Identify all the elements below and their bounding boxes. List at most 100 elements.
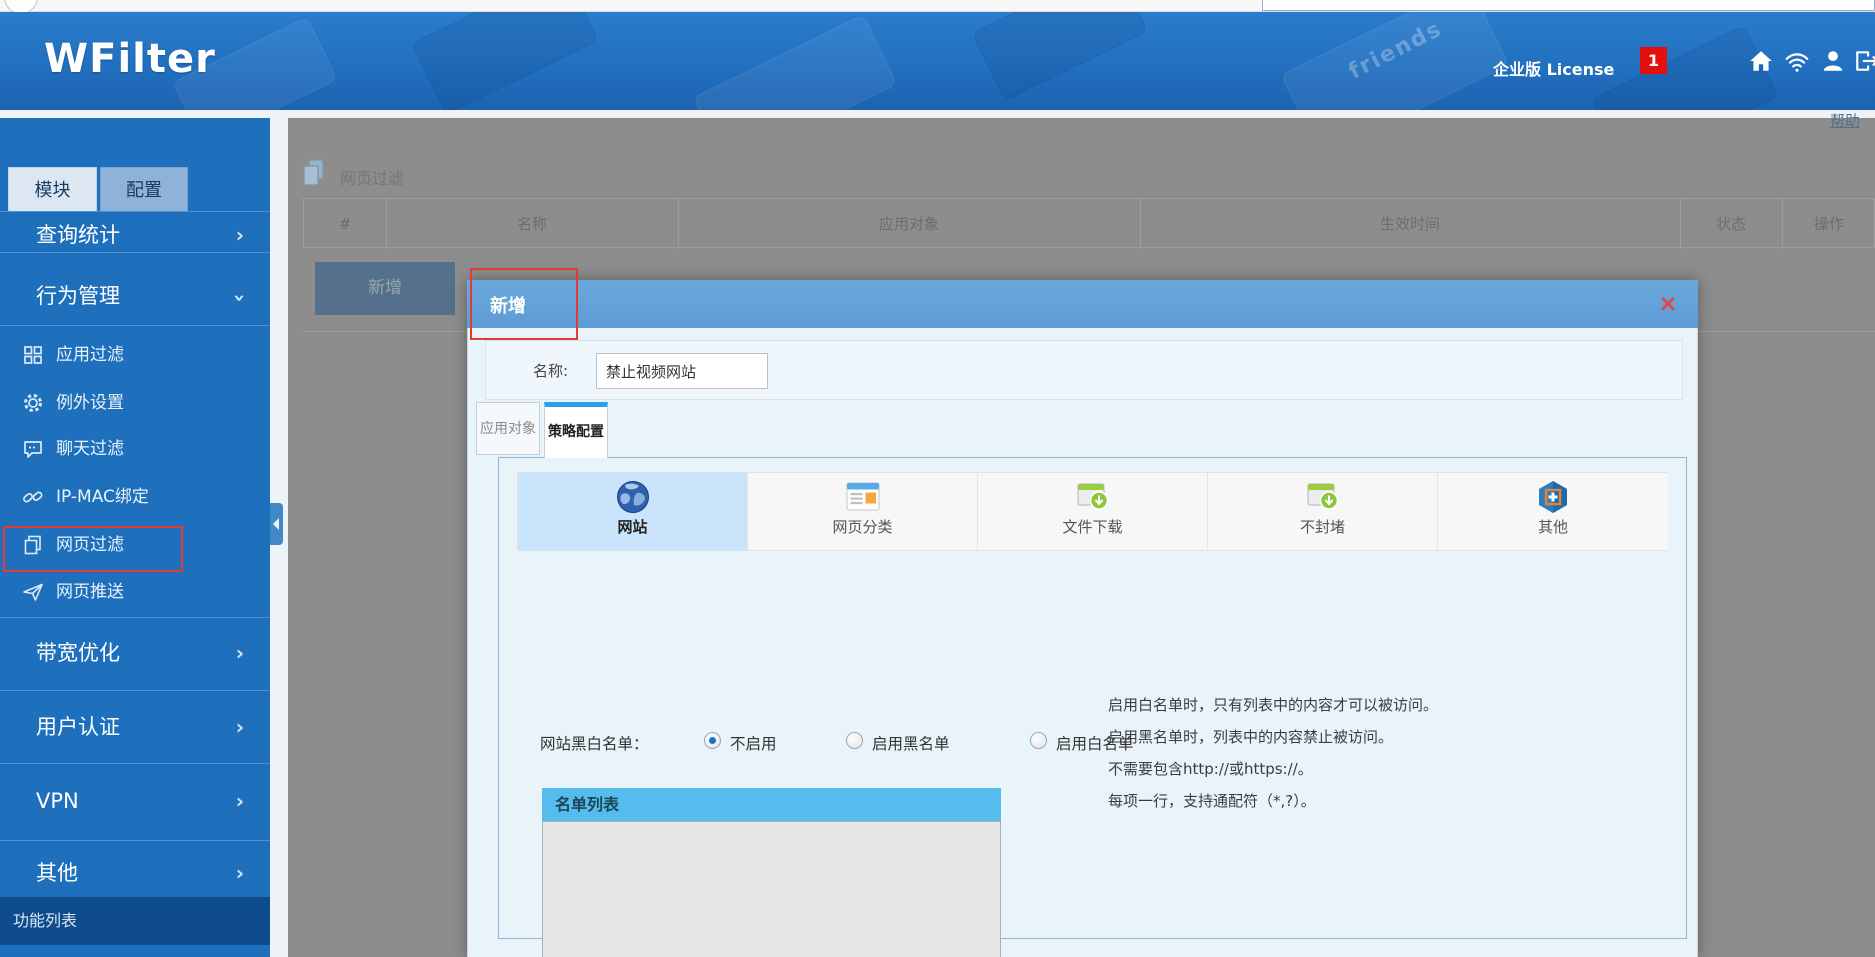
add-policy-dialog: 新增 × 名称: 应用对象 策略配置 bbox=[467, 280, 1698, 957]
wfilter-logo: WFilter bbox=[44, 36, 216, 82]
sidebar-item-app-filter[interactable]: 应用过滤 bbox=[0, 338, 270, 372]
user-icon[interactable] bbox=[1820, 48, 1846, 74]
dialog-body: 名称: 应用对象 策略配置 网站 bbox=[467, 328, 1698, 957]
list-header-bar: 名单列表 bbox=[542, 788, 1001, 821]
sidebar-item-ip-mac-binding[interactable]: IP-MAC绑定 bbox=[0, 480, 270, 514]
col-header-status: 状态 bbox=[1680, 199, 1782, 249]
chevron-right-icon: › bbox=[236, 853, 244, 893]
page-title-doc-icon bbox=[300, 158, 328, 188]
blacklist-mode-label: 网站黑白名单： bbox=[540, 732, 649, 754]
chevron-right-icon: › bbox=[236, 633, 244, 673]
section-label: 查询统计 bbox=[36, 223, 120, 247]
policy-type-file-download[interactable]: 文件下载 bbox=[978, 473, 1208, 550]
policy-type-no-block[interactable]: 不封堵 bbox=[1208, 473, 1438, 550]
policy-type-label: 网页分类 bbox=[748, 516, 977, 537]
download-window-icon bbox=[1075, 479, 1111, 515]
col-header-target: 应用对象 bbox=[678, 199, 1140, 249]
wifi-icon[interactable] bbox=[1784, 48, 1810, 74]
radio-label-disabled[interactable]: 不启用 bbox=[730, 732, 777, 754]
item-label: 应用过滤 bbox=[56, 345, 124, 365]
name-input[interactable] bbox=[596, 353, 768, 389]
logout-icon[interactable] bbox=[1854, 48, 1875, 74]
close-icon[interactable]: × bbox=[1655, 291, 1681, 317]
wfilter-app: friends WFilter 企业版 License 1 bbox=[0, 0, 1875, 957]
sidebar-collapse-handle[interactable] bbox=[270, 503, 283, 545]
chevron-down-icon: › bbox=[220, 294, 260, 302]
gear-icon bbox=[22, 392, 44, 414]
tab-policy-config[interactable]: 策略配置 bbox=[544, 402, 608, 458]
help-text-line: 启用白名单时，只有列表中的内容才可以被访问。 bbox=[1108, 694, 1438, 716]
item-label: 聊天过滤 bbox=[56, 439, 124, 459]
license-label: 企业版 License bbox=[1493, 56, 1614, 80]
policy-type-label: 文件下载 bbox=[978, 516, 1207, 537]
sidebar-section-behavior[interactable]: 行为管理 › bbox=[0, 276, 270, 316]
sidebar-section-user-auth[interactable]: 用户认证 › bbox=[0, 707, 270, 747]
section-label: 其他 bbox=[36, 861, 78, 885]
sidebar-item-chat-filter[interactable]: 聊天过滤 bbox=[0, 432, 270, 466]
radio-whitelist[interactable] bbox=[1030, 732, 1047, 749]
name-section: 名称: bbox=[485, 340, 1683, 400]
url-list-textarea[interactable] bbox=[542, 821, 1001, 957]
policy-type-label: 网站 bbox=[518, 516, 747, 537]
section-label: 带宽优化 bbox=[36, 641, 120, 665]
chevron-right-icon: › bbox=[236, 707, 244, 747]
paper-plane-icon bbox=[22, 581, 44, 603]
col-header-name: 名称 bbox=[386, 199, 678, 249]
sidebar-item-web-push[interactable]: 网页推送 bbox=[0, 575, 270, 609]
sidebar-section-vpn[interactable]: VPN › bbox=[0, 781, 270, 821]
collapse-arrow-icon bbox=[273, 518, 279, 530]
policy-type-web-category[interactable]: 网页分类 bbox=[748, 473, 978, 550]
sidebar-section-query-stats[interactable]: 查询统计 › bbox=[0, 215, 270, 255]
col-header-actions: 操作 bbox=[1782, 199, 1875, 249]
sidebar-section-bandwidth[interactable]: 带宽优化 › bbox=[0, 633, 270, 673]
webpage-icon bbox=[845, 479, 881, 515]
browser-url-bar bbox=[1262, 0, 1875, 11]
sidebar-tab-config[interactable]: 配置 bbox=[100, 167, 188, 212]
policy-type-strip: 网站 网页分类 bbox=[517, 472, 1667, 551]
col-header-schedule: 生效时间 bbox=[1140, 199, 1680, 249]
policy-type-label: 不封堵 bbox=[1208, 516, 1437, 537]
policy-type-label: 其他 bbox=[1438, 516, 1668, 537]
radio-label-blacklist[interactable]: 启用黑名单 bbox=[872, 732, 950, 754]
item-label: IP-MAC绑定 bbox=[56, 487, 149, 507]
tab-apply-target[interactable]: 应用对象 bbox=[476, 402, 540, 455]
add-button-disabled: 新增 bbox=[315, 262, 455, 315]
policy-config-panel: 网站 网页分类 bbox=[498, 457, 1687, 939]
chevron-right-icon: › bbox=[236, 215, 244, 255]
app-grid-icon bbox=[22, 344, 44, 366]
sidebar-item-exceptions[interactable]: 例外设置 bbox=[0, 386, 270, 420]
section-label: 行为管理 bbox=[36, 284, 120, 308]
dialog-header[interactable]: 新增 × bbox=[467, 280, 1698, 328]
link-icon bbox=[22, 486, 44, 508]
item-label: 例外设置 bbox=[56, 393, 124, 413]
download-window-icon bbox=[1305, 479, 1341, 515]
app-header: friends WFilter 企业版 License 1 bbox=[0, 12, 1875, 110]
radio-blacklist[interactable] bbox=[846, 732, 863, 749]
policy-type-website[interactable]: 网站 bbox=[518, 473, 748, 550]
keycap-decoration bbox=[971, 12, 1148, 101]
home-icon[interactable] bbox=[1748, 48, 1774, 74]
annotation-box-add bbox=[470, 268, 578, 340]
hexagon-plus-icon bbox=[1535, 479, 1571, 515]
policy-type-other[interactable]: 其他 bbox=[1438, 473, 1668, 550]
section-label: VPN bbox=[36, 789, 79, 813]
sidebar-section-other[interactable]: 其他 › bbox=[0, 853, 270, 893]
item-label: 网页推送 bbox=[56, 582, 124, 602]
chevron-right-icon: › bbox=[236, 781, 244, 821]
chat-bubble-icon bbox=[22, 438, 44, 460]
section-label: 用户认证 bbox=[36, 715, 120, 739]
page-title: 网页过滤 bbox=[340, 165, 404, 189]
annotation-box-web-filter bbox=[3, 526, 183, 572]
name-label: 名称: bbox=[533, 360, 568, 381]
col-header-index: # bbox=[304, 199, 386, 249]
sidebar-tab-modules[interactable]: 模块 bbox=[8, 167, 97, 212]
blacklist-mode-row: 网站黑白名单： 不启用 启用黑名单 启用白名单 bbox=[540, 730, 1640, 754]
radio-disabled[interactable] bbox=[704, 732, 721, 749]
help-text-line: 不需要包含http://或https://。 bbox=[1108, 758, 1313, 780]
help-link[interactable]: 帮助 bbox=[1830, 110, 1860, 131]
help-text-line: 启用黑名单时，列表中的内容禁止被访问。 bbox=[1108, 726, 1393, 748]
notification-badge[interactable]: 1 bbox=[1640, 47, 1667, 74]
browser-strip bbox=[0, 0, 1875, 12]
help-text-line: 每项一行，支持通配符（*,?）。 bbox=[1108, 790, 1316, 812]
sidebar-footer-feature-list[interactable]: 功能列表 bbox=[0, 897, 270, 945]
